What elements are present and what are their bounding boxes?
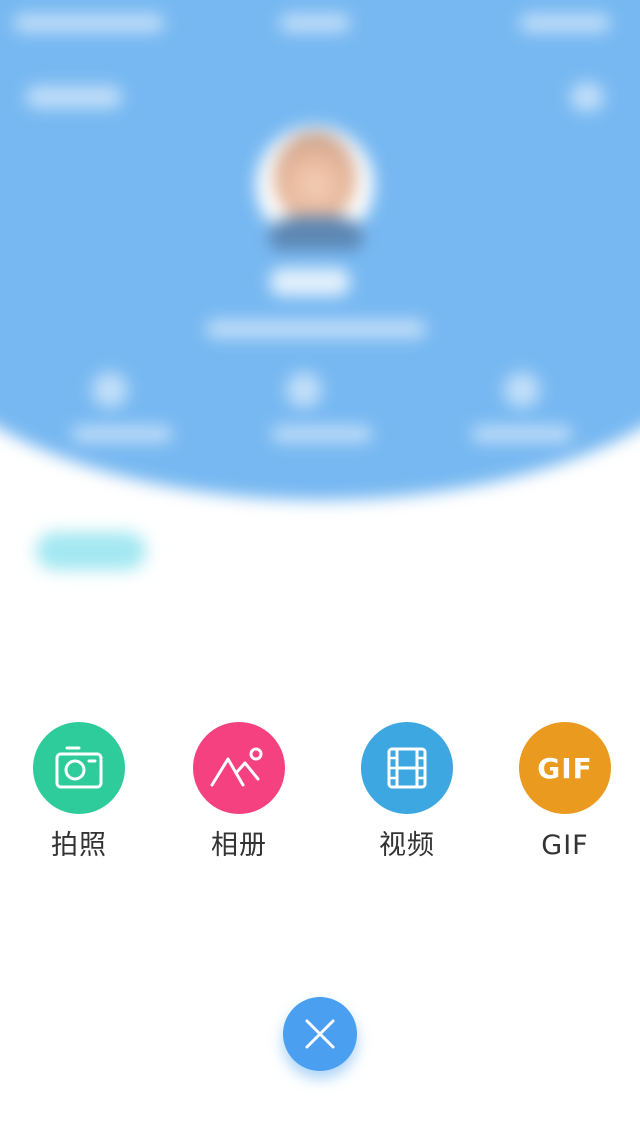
take-photo-option[interactable]: 拍照 xyxy=(19,722,139,872)
close-icon xyxy=(305,1019,335,1049)
gif-button[interactable]: GIF xyxy=(519,722,611,814)
film-icon xyxy=(387,747,427,789)
video-option[interactable]: 视频 xyxy=(347,722,467,872)
gif-label: GIF xyxy=(541,830,589,861)
take-photo-button[interactable] xyxy=(33,722,125,814)
gif-option[interactable]: GIF GIF xyxy=(505,722,625,872)
camera-icon xyxy=(55,746,103,789)
video-label: 视频 xyxy=(379,830,435,861)
album-button[interactable] xyxy=(193,722,285,814)
image-icon xyxy=(210,747,263,787)
close-button[interactable] xyxy=(283,997,357,1071)
album-label: 相册 xyxy=(211,830,267,861)
media-options: 拍照 相册 视频 GIF GIF xyxy=(0,722,640,872)
modal-overlay[interactable] xyxy=(0,0,640,1136)
album-option[interactable]: 相册 xyxy=(179,722,299,872)
video-button[interactable] xyxy=(361,722,453,814)
gif-icon: GIF xyxy=(537,751,593,785)
take-photo-label: 拍照 xyxy=(51,830,107,861)
